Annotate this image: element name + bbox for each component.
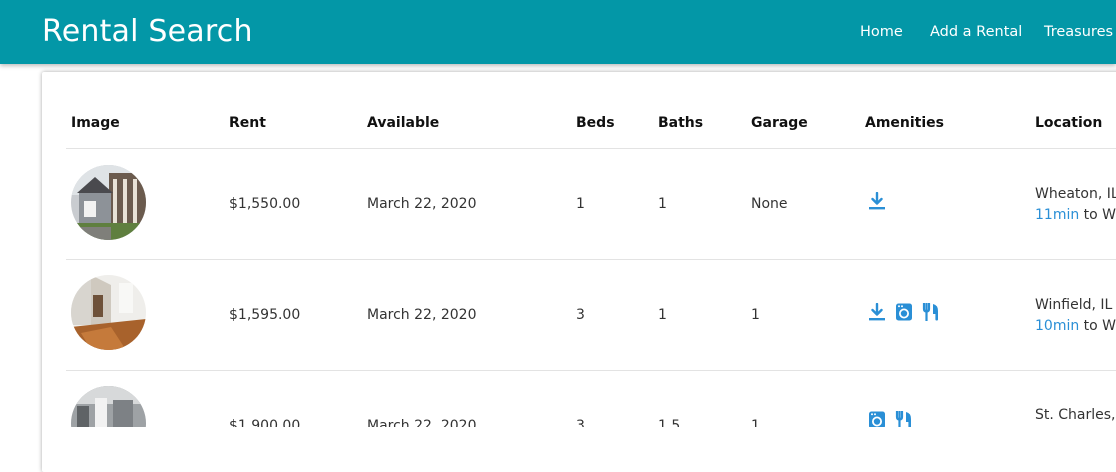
commute-minutes-link[interactable]: 11min — [1035, 207, 1079, 223]
column-header-beds: Beds — [576, 115, 615, 131]
washer-icon — [869, 411, 885, 427]
commute-minutes-link[interactable]: 10min — [1035, 318, 1079, 334]
location-city: Winfield, IL — [1035, 297, 1113, 313]
available-date: March 22, 2020 — [367, 196, 477, 212]
beds-value: 3 — [576, 418, 585, 427]
washer-icon — [896, 303, 912, 321]
beds-value: 1 — [576, 196, 585, 212]
column-header-image: Image — [71, 115, 120, 131]
rent-value: $1,595.00 — [229, 307, 301, 323]
column-header-rent: Rent — [229, 115, 266, 131]
baths-value: 1 — [658, 307, 667, 323]
row-divider — [66, 370, 1116, 371]
garage-value: 1 — [751, 418, 760, 427]
column-header-garage: Garage — [751, 115, 808, 131]
rent-value: $1,900.00 — [229, 418, 301, 427]
commute-time: 11min to Wo — [1035, 207, 1116, 223]
garage-value: None — [751, 196, 788, 212]
nav-link-add-rental[interactable]: Add a Rental — [930, 24, 1022, 40]
baths-value: 1 — [658, 196, 667, 212]
main-nav: Home Add a Rental Treasures t — [0, 24, 1116, 44]
utensils-icon — [895, 411, 911, 427]
rent-value: $1,550.00 — [229, 196, 301, 212]
column-header-baths: Baths — [658, 115, 704, 131]
available-date: March 22, 2020 — [367, 418, 477, 427]
commute-time: 10min to Wo — [1035, 318, 1116, 334]
column-header-location: Location — [1035, 115, 1103, 131]
rental-photo[interactable] — [71, 275, 146, 350]
download-icon — [869, 192, 885, 210]
top-navbar: Rental Search Home Add a Rental Treasure… — [0, 0, 1116, 64]
garage-value: 1 — [751, 307, 760, 323]
amenities-list — [868, 192, 886, 210]
commute-destination: to Wo — [1083, 318, 1116, 334]
baths-value: 1.5 — [658, 418, 681, 427]
commute-destination: to Wo — [1083, 207, 1116, 223]
nav-link-home[interactable]: Home — [860, 24, 903, 40]
amenities-list — [868, 411, 913, 427]
location-city: St. Charles, I — [1035, 407, 1116, 423]
column-header-available: Available — [367, 115, 440, 131]
header-divider — [66, 148, 1116, 149]
utensils-icon — [922, 303, 938, 321]
row-divider — [66, 259, 1116, 260]
download-icon — [869, 303, 885, 321]
nav-link-treasures[interactable]: Treasures t — [1044, 24, 1116, 40]
rentals-table-card — [42, 72, 1116, 472]
rental-photo[interactable] — [71, 165, 146, 240]
available-date: March 22, 2020 — [367, 307, 477, 323]
location-city: Wheaton, IL — [1035, 186, 1116, 202]
column-header-amenities: Amenities — [865, 115, 945, 131]
amenities-list — [868, 303, 940, 321]
beds-value: 3 — [576, 307, 585, 323]
